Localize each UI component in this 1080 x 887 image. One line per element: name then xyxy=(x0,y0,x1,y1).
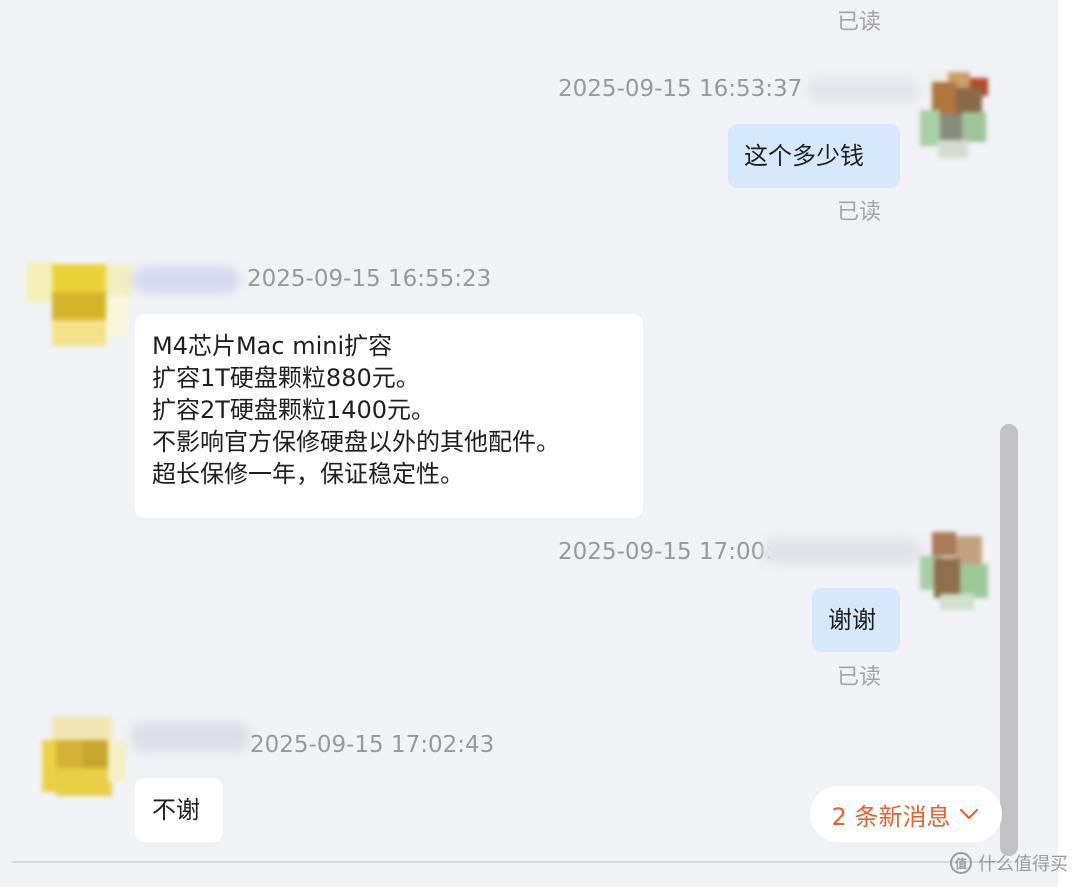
message-text: 不谢 xyxy=(152,796,200,824)
contact-avatar[interactable] xyxy=(42,716,126,806)
message-timestamp: 2025-09-15 16:55:23 xyxy=(247,266,492,292)
sender-name-blurred xyxy=(806,77,921,103)
scrollbar-thumb[interactable] xyxy=(1000,424,1018,856)
user-avatar[interactable] xyxy=(920,532,992,612)
sender-name-blurred xyxy=(132,266,240,294)
message-timestamp: 2025-09-15 17:02:43 xyxy=(250,732,495,758)
message-text: 这个多少钱 xyxy=(744,142,864,170)
new-messages-button[interactable]: 2 条新消息 xyxy=(810,786,1002,842)
read-status: 已读 xyxy=(837,200,882,225)
chevron-down-icon xyxy=(960,808,979,820)
message-bubble-outgoing[interactable]: 谢谢 xyxy=(812,588,900,652)
message-line: 扩容2T硬盘颗粒1400元。 xyxy=(152,396,436,424)
read-status: 已读 xyxy=(837,665,882,690)
watermark-text: 什么值得买 xyxy=(978,854,1068,875)
watermark-logo-icon: 值 xyxy=(950,852,972,874)
message-line: 不影响官方保修硬盘以外的其他配件。 xyxy=(152,428,560,456)
message-timestamp: 2025-09-15 17:00: xyxy=(558,539,774,565)
sender-name-blurred xyxy=(762,536,922,566)
user-avatar[interactable] xyxy=(920,72,992,160)
right-gutter xyxy=(1058,0,1080,887)
input-divider xyxy=(12,861,1012,863)
message-line: 超长保修一年，保证稳定性。 xyxy=(152,460,464,488)
message-timestamp: 2025-09-15 16:53:37 xyxy=(558,76,803,102)
read-status: 已读 xyxy=(837,10,882,35)
contact-avatar[interactable] xyxy=(26,250,132,350)
message-bubble-incoming[interactable]: 不谢 xyxy=(135,778,223,842)
message-line: 扩容1T硬盘颗粒880元。 xyxy=(152,364,420,392)
new-messages-label: 2 条新消息 xyxy=(831,802,951,831)
chat-pane[interactable]: 已读 2025-09-15 16:53:37 这个多少钱 已读 2025-09-… xyxy=(0,0,1058,887)
sender-name-blurred xyxy=(130,722,250,752)
message-line: M4芯片Mac mini扩容 xyxy=(152,332,393,360)
message-text: 谢谢 xyxy=(828,606,876,634)
watermark: 值 什么值得买 xyxy=(950,848,1068,878)
message-bubble-outgoing[interactable]: 这个多少钱 xyxy=(728,124,900,188)
message-bubble-incoming[interactable]: M4芯片Mac mini扩容 扩容1T硬盘颗粒880元。 扩容2T硬盘颗粒140… xyxy=(135,314,643,518)
